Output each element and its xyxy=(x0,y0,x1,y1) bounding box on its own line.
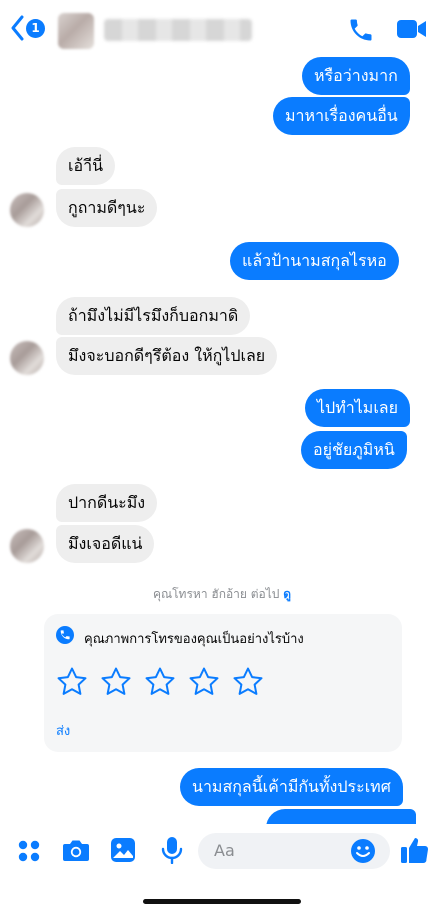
message-input-wrapper xyxy=(198,833,390,869)
rating-question: คุณภาพการโทรของคุณเป็นอย่างไรบ้าง xyxy=(84,632,304,647)
star-icon[interactable] xyxy=(100,666,132,698)
message-outgoing[interactable]: มาหาเรื่องคนอื่น xyxy=(273,97,410,135)
phone-circle-icon xyxy=(56,626,74,644)
apps-icon[interactable] xyxy=(17,839,41,863)
message-incoming[interactable]: เอ้าีนี่ xyxy=(56,147,115,185)
sender-avatar[interactable] xyxy=(10,193,44,227)
back-button[interactable]: 1 xyxy=(10,15,45,41)
contact-avatar[interactable] xyxy=(58,13,94,49)
phone-icon xyxy=(350,19,372,41)
message-input[interactable] xyxy=(214,841,344,860)
unread-badge: 1 xyxy=(26,18,45,38)
call-notice: คุณโทรหา ฮักอ้าย ต่อไป ดู xyxy=(0,585,444,604)
message-incoming[interactable]: มึงเจอดีแน่ xyxy=(56,525,155,563)
camera-icon[interactable] xyxy=(62,837,90,863)
star-icon[interactable] xyxy=(188,666,220,698)
star-rating xyxy=(56,666,264,698)
message-outgoing[interactable]: แล้วป้านามสกุลไรหอ xyxy=(230,242,399,280)
message-incoming[interactable]: กูถามดีๆนะ xyxy=(56,189,158,227)
call-notice-text: คุณโทรหา ฮักอ้าย ต่อไป xyxy=(152,587,280,601)
gallery-icon[interactable] xyxy=(110,837,136,863)
contact-name[interactable] xyxy=(104,19,252,41)
submit-rating-button[interactable]: ส่ง xyxy=(56,720,70,741)
microphone-icon[interactable] xyxy=(161,836,183,864)
call-rating-card: คุณภาพการโทรของคุณเป็นอย่างไรบ้าง ส่ง xyxy=(44,614,402,752)
message-outgoing[interactable]: ไปทำไมเลย xyxy=(305,389,410,427)
back-chevron-icon xyxy=(11,15,24,41)
video-call-button[interactable] xyxy=(396,18,428,44)
message-incoming[interactable]: ปากดีนะมึง xyxy=(56,484,158,522)
message-outgoing[interactable]: นามสกุลนี้เค้ามีกันทั้งประเทศ xyxy=(180,768,403,806)
message-outgoing[interactable]: อยู่ชัยภูมิหนิ xyxy=(301,431,407,469)
star-icon[interactable] xyxy=(144,666,176,698)
call-notice-link[interactable]: ดู xyxy=(283,587,291,601)
star-icon[interactable] xyxy=(232,666,264,698)
home-indicator xyxy=(143,899,301,904)
emoji-icon[interactable] xyxy=(350,838,376,864)
composer-toolbar xyxy=(0,824,444,878)
sender-avatar[interactable] xyxy=(10,529,44,563)
star-icon[interactable] xyxy=(56,666,88,698)
message-outgoing[interactable]: หรือว่างมาก xyxy=(302,57,410,95)
conversation-header: 1 xyxy=(0,0,444,60)
message-incoming[interactable]: มึงจะบอกดีๆรึต้อง ให้กูไปเลย xyxy=(56,337,278,375)
sender-avatar[interactable] xyxy=(10,341,44,375)
thumbs-up-icon[interactable] xyxy=(400,835,430,865)
voice-call-button[interactable] xyxy=(347,16,375,48)
video-camera-icon xyxy=(397,20,426,38)
message-incoming[interactable]: ถ้ามึงไม่มีไรมึงก็บอกมาดิ xyxy=(56,297,251,335)
